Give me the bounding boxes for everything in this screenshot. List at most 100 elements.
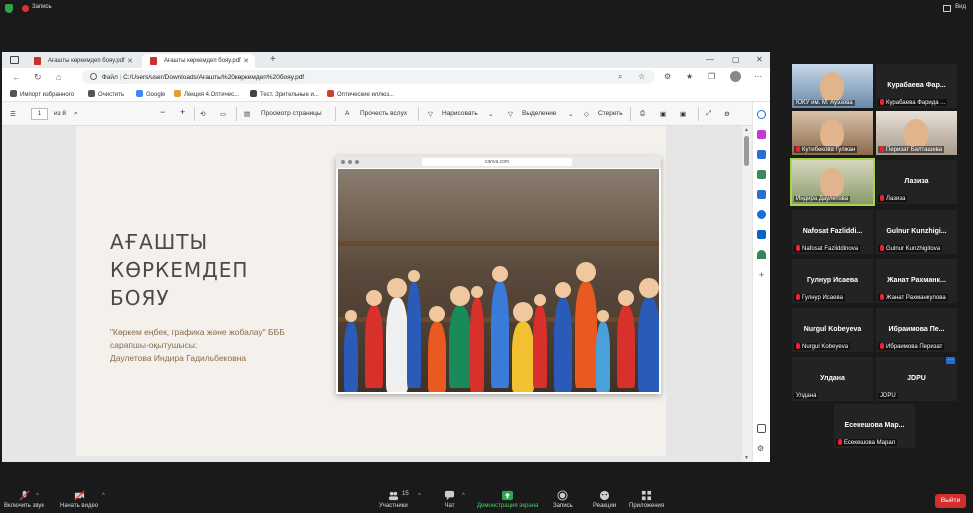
bookmark-item[interactable]: Очистить — [88, 90, 124, 98]
participant-tile[interactable]: Улдана Улдана — [792, 357, 873, 401]
bookmark-item[interactable]: Импорт избранного — [10, 90, 74, 98]
pdf-scrollbar[interactable]: ▲ ▼ — [742, 126, 752, 462]
games-icon[interactable] — [757, 190, 766, 199]
office-icon[interactable] — [757, 210, 766, 219]
tree-icon[interactable] — [757, 250, 766, 259]
search-icon[interactable]: ⌕ — [74, 110, 78, 118]
back-icon[interactable]: ← — [12, 72, 21, 82]
shopping-icon[interactable] — [757, 150, 766, 159]
page-view-icon[interactable]: ▤ — [244, 110, 250, 118]
minimize-icon[interactable]: — — [706, 55, 714, 64]
favorite-add-icon[interactable]: ☆ — [638, 72, 645, 81]
profile-avatar[interactable] — [730, 71, 741, 82]
doll-head — [534, 294, 546, 306]
apps-button[interactable]: Приложения — [629, 490, 664, 509]
erase-button[interactable]: Стереть — [598, 110, 623, 117]
extensions-icon[interactable]: ⚙ — [664, 72, 671, 81]
participant-tile[interactable]: Nurgul Kobeyeva Nurgul Kobeyeva — [792, 308, 873, 352]
fullscreen-icon[interactable]: ⤢ — [706, 110, 711, 118]
participant-tile[interactable]: Кутибекова Гулжан — [792, 111, 873, 155]
chevron-up-icon[interactable]: ^ — [462, 493, 465, 499]
tools-icon[interactable] — [757, 170, 766, 179]
tab-pdf-2[interactable]: Ағашты көркемдеп бояу.pdf ✕ — [142, 54, 255, 68]
info-icon[interactable] — [90, 73, 97, 80]
bookmark-item[interactable]: Оптические иллюз... — [327, 90, 394, 98]
participant-tile[interactable]: Есекешова Мар... Есекешова Марал — [834, 404, 915, 448]
maximize-icon[interactable]: ▢ — [732, 55, 740, 64]
draw-icon[interactable]: ▽ — [428, 110, 433, 118]
print-icon[interactable]: ⎙ — [640, 110, 645, 118]
bookmark-item[interactable]: Тест. Зрительные и... — [250, 90, 319, 98]
eraser-icon[interactable]: ◇ — [584, 110, 589, 118]
scroll-thumb[interactable] — [744, 136, 749, 166]
fit-page-icon[interactable]: ▭ — [220, 110, 226, 118]
participant-tile[interactable]: Жанат Рахманк... Жанат Рахманкулова — [876, 259, 957, 303]
chevron-down-icon[interactable]: ⌄ — [568, 110, 573, 118]
search-icon[interactable] — [757, 110, 766, 119]
participant-label: Nurgul Kobeyeva — [794, 343, 851, 350]
home-icon[interactable]: ⌂ — [56, 72, 61, 82]
participant-tile[interactable]: Индира Даулетова — [790, 158, 875, 206]
share-screen-button[interactable]: Демонстрация экрана — [477, 490, 538, 509]
more-icon[interactable]: ⋯ — [754, 72, 762, 81]
participant-tile[interactable]: Ибраимова Пе... Ибраимова Перизат — [876, 308, 957, 352]
participant-tile[interactable]: Лазиза Лазиза — [876, 160, 957, 204]
participant-tile[interactable]: Курабаева Фар... Курабаева Фарида ... — [876, 64, 957, 108]
save-as-icon[interactable]: ▣ — [680, 110, 686, 118]
share-screen-label: Демонстрация экрана — [477, 503, 539, 509]
reactions-button[interactable]: Реакции — [593, 490, 616, 509]
zoom-out-button[interactable]: − — [160, 107, 165, 117]
collections-icon[interactable]: ❐ — [708, 72, 715, 81]
close-icon[interactable]: ✕ — [243, 57, 249, 65]
close-icon[interactable]: ✕ — [127, 57, 133, 65]
contents-icon[interactable]: ☰ — [10, 110, 16, 118]
participant-tile[interactable]: Gulnur Kunzhigi... Gulnur Kunzhigitova — [876, 210, 957, 254]
tab-pdf-1[interactable]: Ағашты көркемдеп бояу.pdf ✕ — [26, 54, 139, 68]
refresh-icon[interactable]: ↻ — [34, 72, 42, 83]
record-button[interactable]: Запись — [553, 490, 573, 509]
chevron-up-icon[interactable]: ^ — [102, 493, 105, 499]
scroll-up-icon[interactable]: ▲ — [744, 127, 749, 133]
participant-tile[interactable]: Гулнур Исаева Гулнур Исаева — [792, 259, 873, 303]
highlight-icon[interactable]: ▽ — [508, 110, 513, 118]
start-video-button[interactable]: Начать видео — [60, 490, 98, 509]
draw-button[interactable]: Нарисовать — [442, 110, 478, 117]
participant-tile[interactable]: ЮКУ им. М. Ауэзова — [792, 64, 873, 108]
bookmark-item[interactable]: Google — [136, 90, 165, 98]
view-button[interactable]: Вид — [955, 4, 966, 10]
close-window-icon[interactable]: ✕ — [756, 55, 763, 64]
participant-label: Жанат Рахманкулова — [878, 294, 948, 301]
chevron-up-icon[interactable]: ^ — [36, 493, 39, 499]
new-tab-button[interactable]: + — [270, 54, 276, 65]
participant-tile[interactable]: Nafosat Fazliddi... Nafosat Fazliddinova — [792, 210, 873, 254]
more-options-icon[interactable]: ··· — [946, 357, 955, 364]
leave-button[interactable]: Выйти — [935, 494, 966, 508]
zoom-in-button[interactable]: + — [180, 107, 185, 117]
chevron-down-icon[interactable]: ⌄ — [488, 110, 493, 118]
zoom-icon[interactable]: ⌕ — [618, 72, 622, 82]
outlook-icon[interactable] — [757, 230, 766, 239]
highlight-button[interactable]: Выделение — [522, 110, 556, 117]
page-number-input[interactable]: 1 — [31, 108, 48, 120]
save-icon[interactable]: ▣ — [660, 110, 666, 118]
favorites-icon[interactable]: ★ — [686, 72, 693, 81]
chat-button[interactable]: Чат — [444, 490, 455, 509]
participant-tile[interactable]: JDPU JDPU ··· — [876, 357, 957, 401]
chevron-up-icon[interactable]: ^ — [418, 493, 421, 499]
read-aloud-button[interactable]: Прочесть вслух — [360, 110, 407, 117]
tab-actions-icon[interactable] — [10, 56, 19, 64]
bookmark-item[interactable]: Лекция 4.Оптичес... — [174, 90, 239, 98]
settings-icon[interactable]: ⚙ — [757, 444, 766, 453]
view-grid-icon[interactable] — [943, 5, 951, 12]
rotate-icon[interactable]: ⟲ — [200, 110, 205, 118]
add-icon[interactable]: + — [757, 270, 766, 280]
page-view-button[interactable]: Просмотр страницы — [261, 110, 322, 117]
participant-tile[interactable]: Перизат Балташева — [876, 111, 957, 155]
sidebar-toggle-icon[interactable] — [757, 424, 766, 433]
shield-icon[interactable] — [5, 4, 13, 13]
copilot-icon[interactable] — [757, 130, 766, 139]
read-aloud-icon[interactable]: A — [345, 110, 349, 117]
settings-icon[interactable]: ⚙ — [724, 110, 730, 118]
scroll-down-icon[interactable]: ▼ — [744, 455, 749, 461]
url-field[interactable]: Файл | C:/Users/user/Downloads/Ағашты%20… — [82, 70, 655, 84]
